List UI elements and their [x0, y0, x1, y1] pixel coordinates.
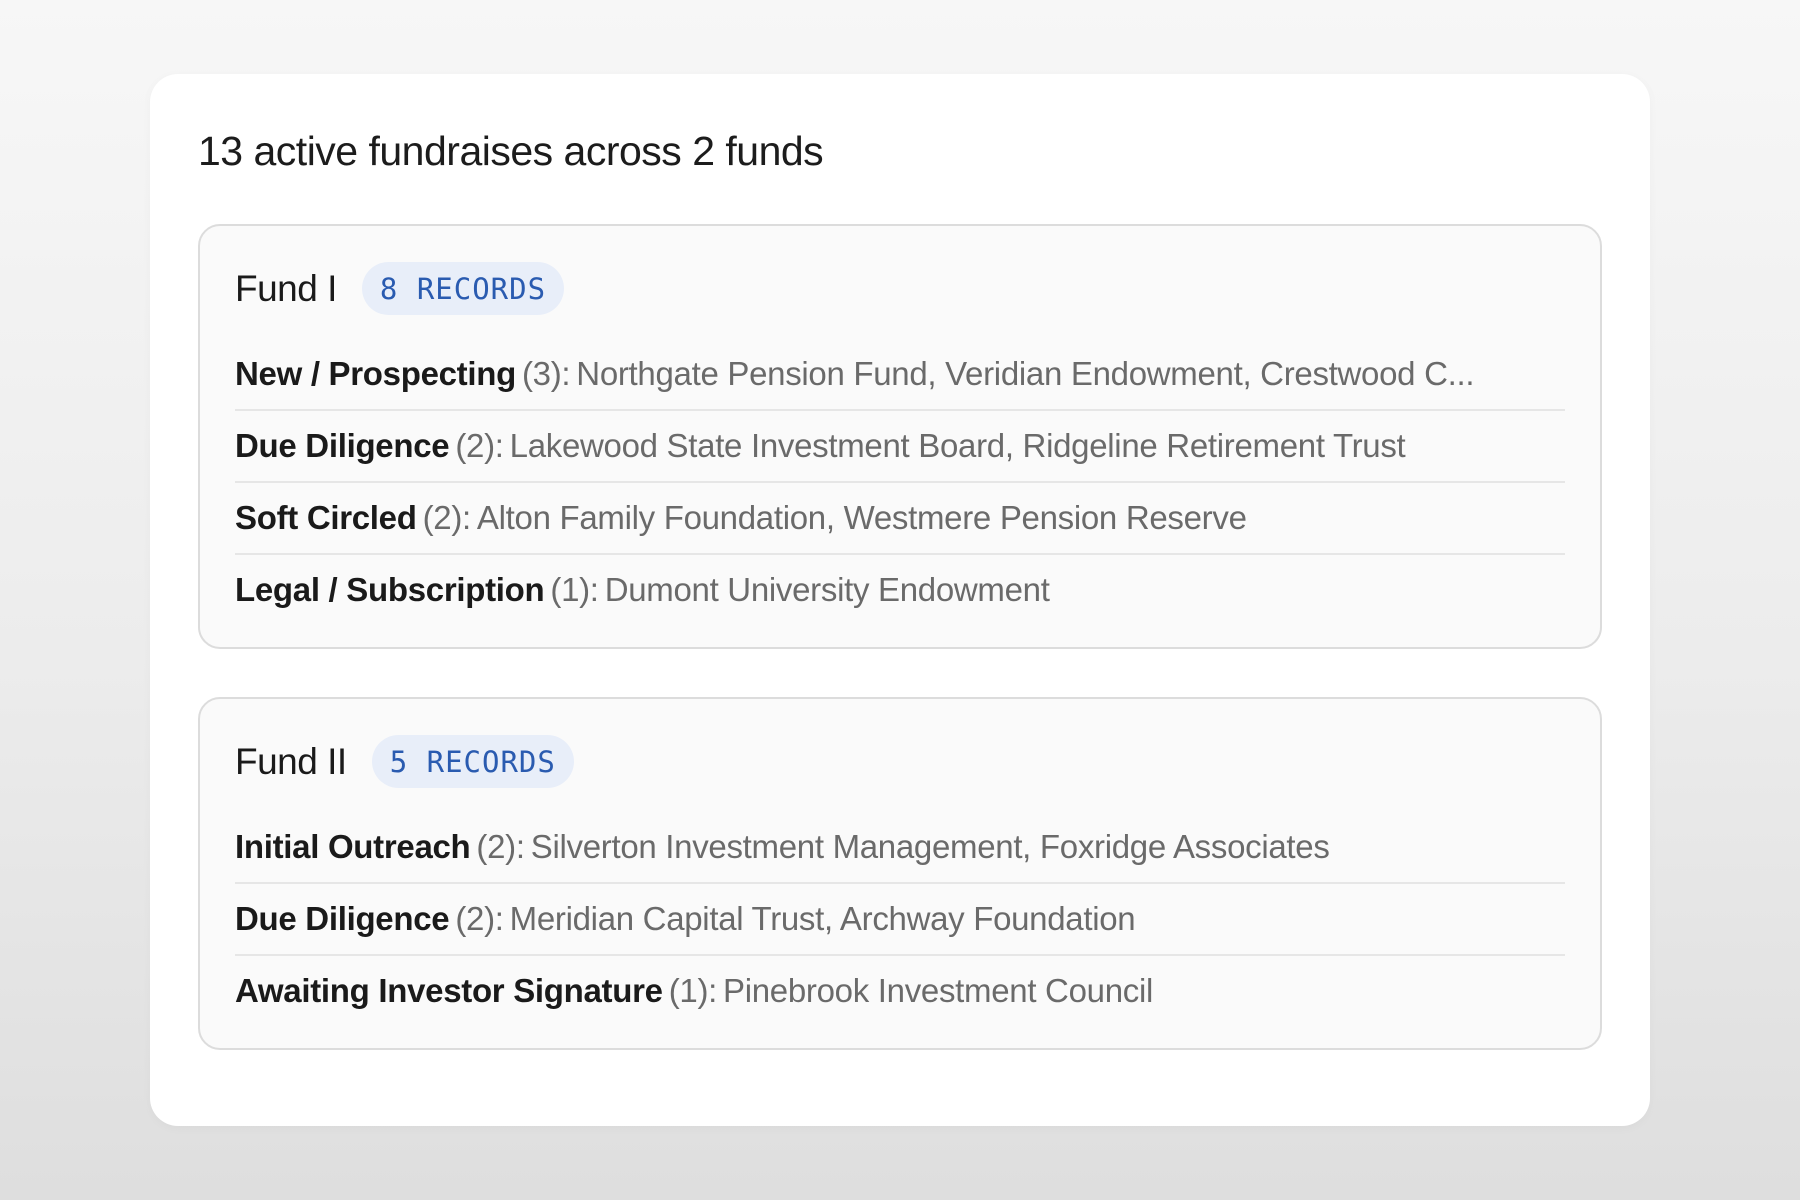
stage-label: New / Prospecting — [235, 355, 516, 392]
stage-row: New / Prospecting (3): Northgate Pension… — [235, 339, 1565, 411]
investor-names: Alton Family Foundation, Westmere Pensio… — [476, 499, 1247, 536]
stage-row: Awaiting Investor Signature (1): Pinebro… — [235, 956, 1565, 1026]
stage-label: Due Diligence — [235, 900, 450, 937]
fund-group-fund-i: Fund I 8 RECORDS New / Prospecting (3): … — [198, 224, 1602, 649]
fund-title: Fund II — [235, 740, 347, 782]
investor-names: Meridian Capital Trust, Archway Foundati… — [509, 900, 1136, 937]
stage-label: Initial Outreach — [235, 828, 471, 865]
fund-title: Fund I — [235, 267, 337, 309]
stage-label: Awaiting Investor Signature — [235, 972, 663, 1009]
stage-count: (2): — [476, 828, 525, 865]
investor-names: Dumont University Endowment — [604, 571, 1050, 608]
stage-count: (2): — [455, 427, 504, 464]
stage-label: Due Diligence — [235, 427, 450, 464]
stage-count: (2): — [422, 499, 472, 536]
stage-count: (1): — [550, 571, 599, 608]
stage-row: Soft Circled (2): Alton Family Foundatio… — [235, 483, 1565, 555]
stage-row: Due Diligence (2): Lakewood State Invest… — [235, 411, 1565, 483]
fundraise-summary-card: 13 active fundraises across 2 funds Fund… — [150, 74, 1650, 1126]
stage-count: (1): — [668, 972, 718, 1009]
fund-header: Fund II 5 RECORDS — [235, 735, 1565, 788]
stage-count: (3): — [521, 355, 571, 392]
investor-names: Lakewood State Investment Board, Ridgeli… — [509, 427, 1406, 464]
stage-row: Due Diligence (2): Meridian Capital Trus… — [235, 884, 1565, 956]
fund-group-fund-ii: Fund II 5 RECORDS Initial Outreach (2): … — [198, 697, 1602, 1050]
fund-header: Fund I 8 RECORDS — [235, 262, 1565, 315]
stage-row: Initial Outreach (2): Silverton Investme… — [235, 812, 1565, 884]
investor-names: Northgate Pension Fund, Veridian Endowme… — [576, 355, 1475, 392]
records-count-badge: 5 RECORDS — [371, 735, 574, 788]
stage-count: (2): — [455, 900, 504, 937]
stage-label: Legal / Subscription — [235, 571, 545, 608]
summary-heading: 13 active fundraises across 2 funds — [198, 128, 824, 174]
records-count-badge: 8 RECORDS — [361, 262, 565, 315]
stage-row: Legal / Subscription (1): Dumont Univers… — [235, 555, 1565, 625]
stage-label: Soft Circled — [235, 499, 417, 536]
investor-names: Silverton Investment Management, Foxridg… — [530, 828, 1330, 865]
investor-names: Pinebrook Investment Council — [723, 972, 1154, 1009]
